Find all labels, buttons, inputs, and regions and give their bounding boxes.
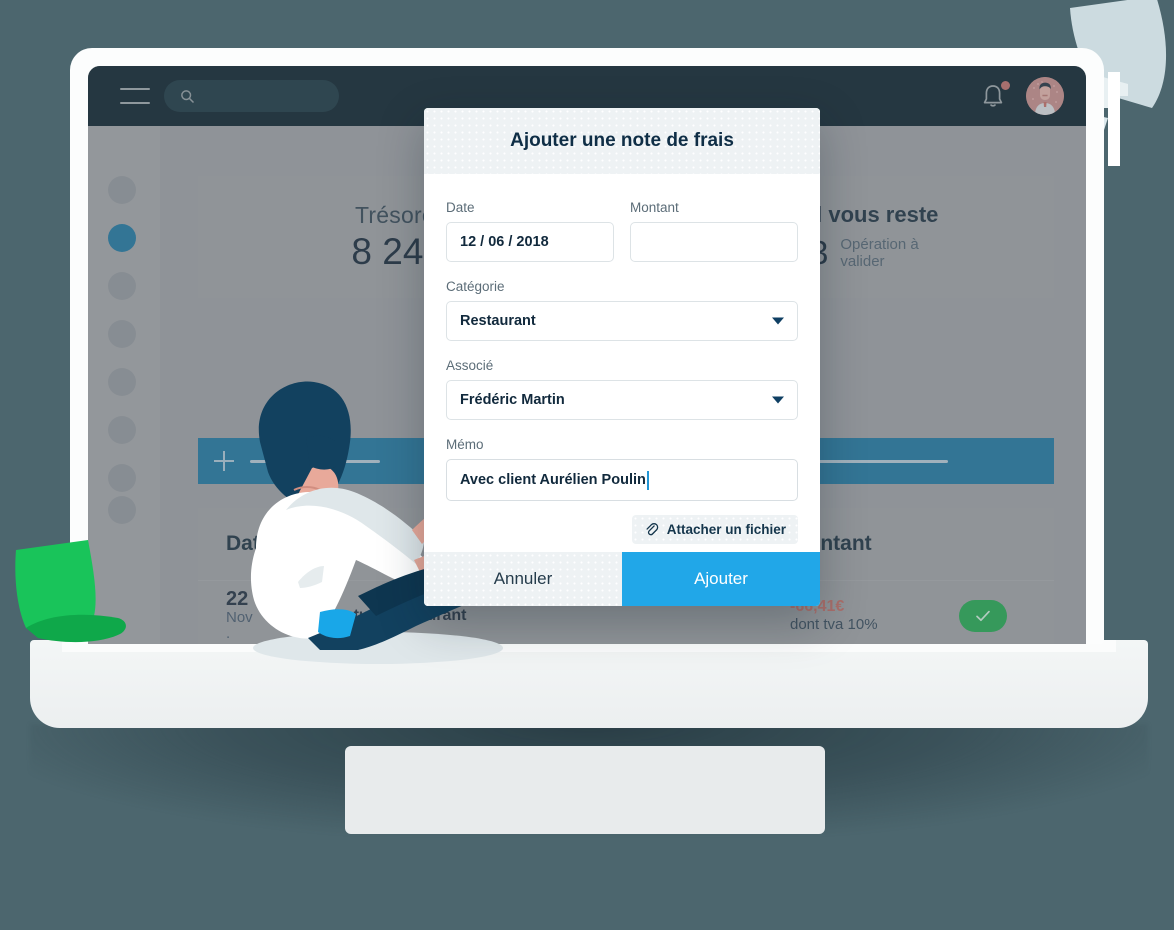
- sidebar-item-8[interactable]: [108, 496, 136, 524]
- memo-field-group: Mémo Avec client Aurélien Poulin: [446, 437, 798, 501]
- submit-button[interactable]: Ajouter: [622, 552, 820, 606]
- attach-file-label: Attacher un fichier: [666, 522, 786, 537]
- placeholder-line-right: [818, 459, 948, 463]
- text-cursor: [646, 470, 649, 490]
- attach-row: Attacher un fichier: [446, 515, 798, 544]
- bell-icon[interactable]: [982, 81, 1010, 109]
- attach-file-button[interactable]: Attacher un fichier: [631, 515, 798, 544]
- amount-field-group: Montant: [630, 200, 798, 262]
- notification-badge-dot: [1001, 81, 1010, 90]
- date-input[interactable]: 12 / 06 / 2018: [446, 222, 614, 262]
- cancel-button[interactable]: Annuler: [424, 552, 622, 606]
- search-icon: [181, 89, 195, 103]
- date-amount-row: Date 12 / 06 / 2018 Montant: [446, 200, 798, 262]
- cell-action: [940, 599, 1026, 632]
- check-icon: [976, 610, 990, 621]
- sidebar-item-5[interactable]: [108, 368, 136, 396]
- remaining-subtitle: Opération à valider: [840, 235, 919, 270]
- hamburger-menu-icon[interactable]: [120, 88, 150, 104]
- date-field-group: Date 12 / 06 / 2018: [446, 200, 614, 262]
- modal-body: Date 12 / 06 / 2018 Montant Catégorie Re…: [424, 174, 820, 552]
- category-select-wrap: Restaurant: [446, 301, 798, 341]
- memo-label: Mémo: [446, 437, 484, 452]
- amount-input[interactable]: [630, 222, 798, 262]
- date-label: Date: [446, 200, 475, 215]
- modal-footer: Annuler Ajouter: [424, 552, 820, 606]
- sidebar-item-1[interactable]: [108, 176, 136, 204]
- search-input[interactable]: [164, 80, 339, 112]
- remaining-title: Il vous reste: [810, 202, 939, 227]
- category-label: Catégorie: [446, 279, 505, 294]
- validate-button[interactable]: [959, 599, 1007, 632]
- sidebar-item-3[interactable]: [108, 272, 136, 300]
- associate-label: Associé: [446, 358, 494, 373]
- modal-title: Ajouter une note de frais: [510, 130, 734, 151]
- sidebar-item-7[interactable]: [108, 464, 136, 492]
- decorative-paper-green: [8, 540, 168, 650]
- category-field-group: Catégorie Restaurant: [446, 279, 798, 341]
- user-avatar[interactable]: [1026, 77, 1064, 115]
- sidebar-item-4[interactable]: [108, 320, 136, 348]
- memo-input-wrap: Avec client Aurélien Poulin: [446, 459, 798, 501]
- chevron-down-icon: [772, 396, 784, 404]
- paperclip-icon: [646, 523, 658, 536]
- remaining-card: Il vous reste 3 Opération à valider: [794, 176, 1054, 298]
- column-header-amount: Montant: [790, 532, 872, 555]
- associate-field-group: Associé Frédéric Martin: [446, 358, 798, 420]
- scene-root: Trésorerie 8 246€ Il vous reste 3 Opérat…: [0, 0, 1174, 930]
- memo-value: Avec client Aurélien Poulin: [460, 472, 646, 488]
- laptop-trackpad: [345, 746, 825, 834]
- add-expense-modal: Ajouter une note de frais Date 12 / 06 /…: [424, 108, 820, 606]
- modal-header: Ajouter une note de frais: [424, 108, 820, 174]
- associate-select[interactable]: Frédéric Martin: [446, 380, 798, 420]
- row-tva: dont tva 10%: [790, 616, 878, 633]
- memo-input[interactable]: Avec client Aurélien Poulin: [446, 459, 798, 501]
- sidebar-item-2[interactable]: [108, 224, 136, 252]
- sidebar-item-6[interactable]: [108, 416, 136, 444]
- chevron-down-icon: [772, 317, 784, 325]
- associate-select-wrap: Frédéric Martin: [446, 380, 798, 420]
- amount-label: Montant: [630, 200, 679, 215]
- category-select[interactable]: Restaurant: [446, 301, 798, 341]
- topbar-actions: [982, 77, 1064, 115]
